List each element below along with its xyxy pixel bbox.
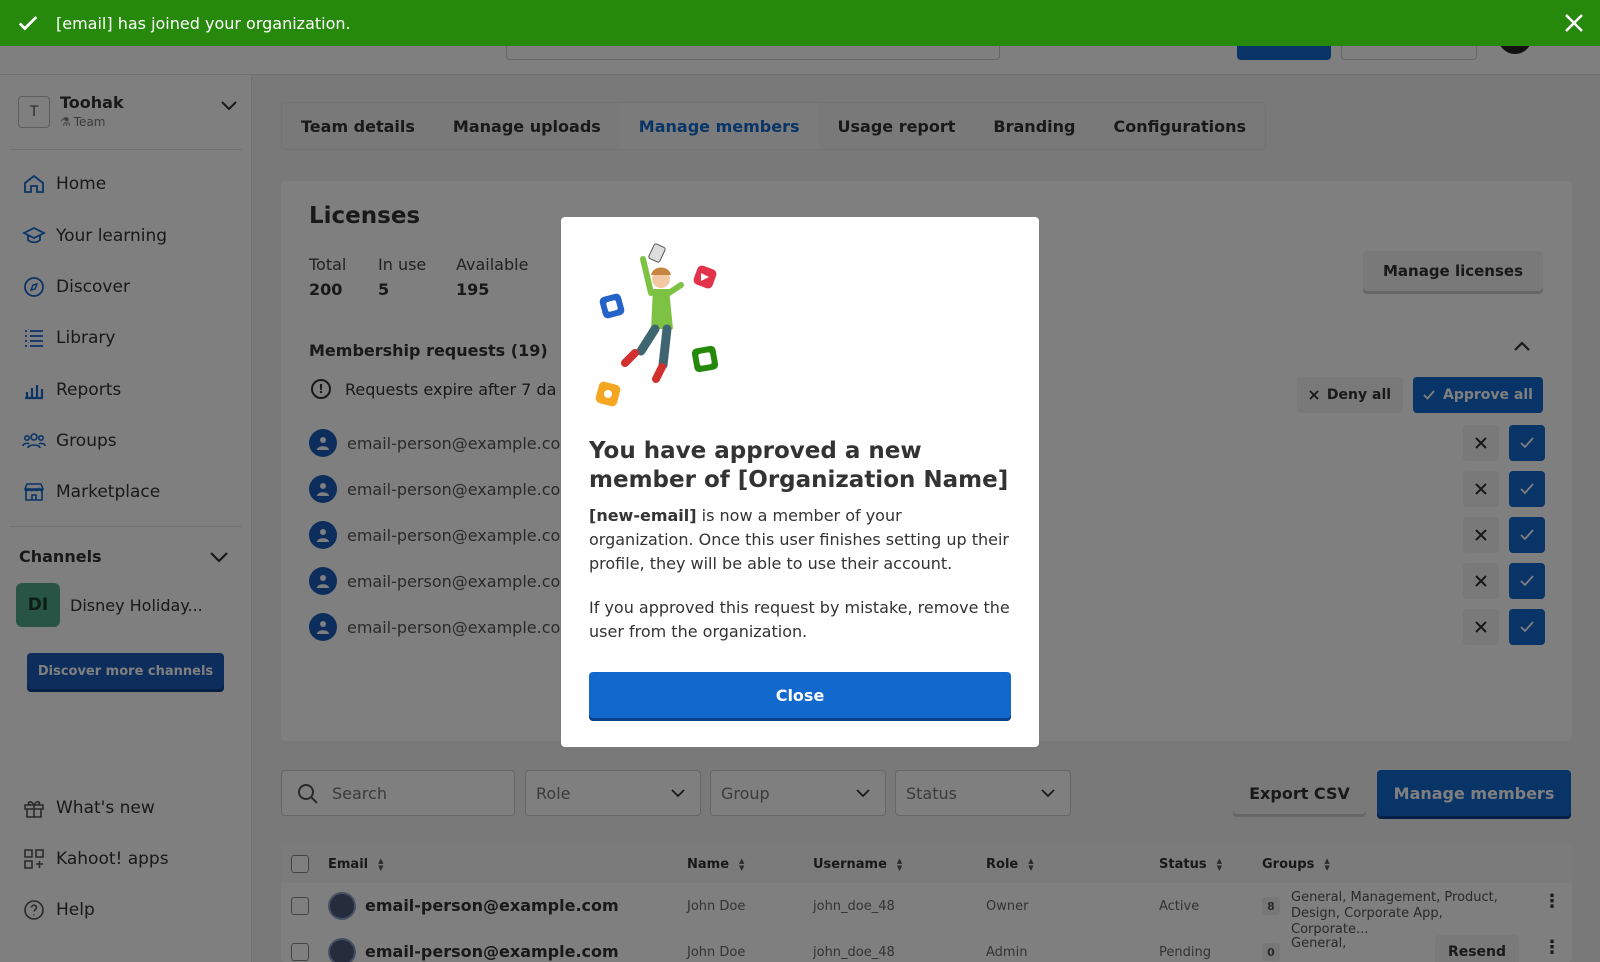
celebration-illustration bbox=[595, 243, 719, 407]
dialog-title: You have approved a new member of [Organ… bbox=[589, 438, 1009, 493]
approval-dialog: You have approved a new member of [Organ… bbox=[561, 217, 1039, 747]
dialog-note: If you approved this request by mistake,… bbox=[589, 598, 1010, 641]
dialog-body: [new-email] is now a member of your orga… bbox=[589, 504, 1011, 576]
new-email: [new-email] bbox=[589, 506, 697, 525]
toast-message: [email] has joined your organization. bbox=[56, 13, 351, 33]
close-button[interactable]: Close bbox=[589, 672, 1011, 718]
success-toast: [email] has joined your organization. bbox=[0, 0, 1600, 46]
close-icon[interactable] bbox=[1560, 9, 1588, 37]
checkmark-icon bbox=[0, 12, 56, 34]
